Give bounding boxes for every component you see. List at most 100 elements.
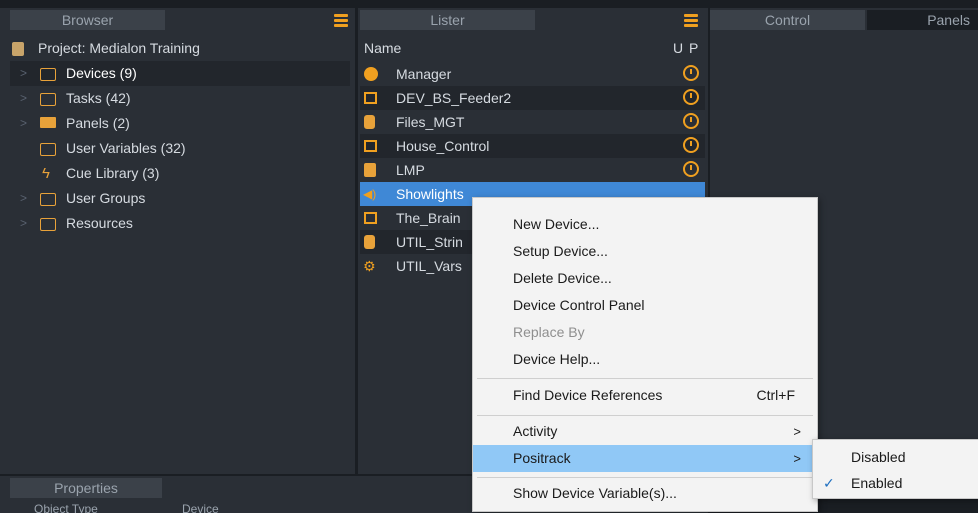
- device-icon: [364, 92, 377, 104]
- menu-item-show-device-variables[interactable]: Show Device Variable(s)...: [473, 480, 817, 507]
- tree-item-devices[interactable]: > Devices (9): [10, 61, 350, 86]
- control-title: Control: [764, 12, 811, 28]
- menu-item-label: Replace By: [513, 324, 585, 340]
- tree-item-resources[interactable]: > Resources: [10, 211, 350, 236]
- menu-item-setup-device[interactable]: Setup Device...: [473, 238, 817, 265]
- folder-icon: [40, 218, 56, 231]
- column-name[interactable]: Name: [364, 38, 401, 58]
- lmp-icon: [364, 163, 376, 177]
- shortcut-label: Ctrl+F: [756, 387, 796, 403]
- menu-item-delete-device[interactable]: Delete Device...: [473, 265, 817, 292]
- menu-item-label: Find Device References: [513, 387, 663, 403]
- menu-item-device-control-panel[interactable]: Device Control Panel: [473, 292, 817, 319]
- lister-row[interactable]: Files_MGT: [360, 110, 705, 134]
- tree-item-label: Panels (2): [66, 115, 130, 131]
- project-label: Project: Medialon Training: [38, 40, 200, 56]
- lister-column-header: Name U P: [362, 38, 702, 58]
- tree-item-tasks[interactable]: > Tasks (42): [10, 86, 350, 111]
- lister-row[interactable]: DEV_BS_Feeder2: [360, 86, 705, 110]
- browser-title: Browser: [61, 12, 114, 28]
- tree-item-label: Devices (9): [66, 65, 137, 81]
- history-icon[interactable]: [683, 113, 699, 129]
- checkmark-icon: ✓: [823, 475, 835, 491]
- properties-col-object-type: Object Type: [34, 502, 98, 513]
- menu-separator: [477, 477, 813, 478]
- submenu-item-enabled[interactable]: ✓ Enabled: [813, 470, 978, 497]
- lister-row-name: Manager: [396, 66, 452, 82]
- menu-item-label: Disabled: [851, 449, 906, 465]
- menu-item-device-help[interactable]: Device Help...: [473, 346, 817, 373]
- column-u[interactable]: U: [673, 38, 683, 58]
- lightning-icon: ϟ: [42, 165, 50, 182]
- tree-item-cue-library[interactable]: ϟ Cue Library (3): [10, 161, 350, 186]
- menu-separator: [477, 378, 813, 379]
- lister-header: Lister: [360, 10, 535, 30]
- menu-item-label: Positrack: [513, 450, 571, 466]
- tree-item-panels[interactable]: > Panels (2): [10, 111, 350, 136]
- menu-item-label: Device Help...: [513, 351, 601, 367]
- lister-row-name: UTIL_Vars: [396, 258, 462, 274]
- lister-row[interactable]: Manager: [360, 62, 705, 86]
- chevron-right-icon[interactable]: >: [20, 186, 30, 211]
- menu-item-new-device[interactable]: New Device...: [473, 211, 817, 238]
- menu-separator: [477, 415, 813, 416]
- context-menu: New Device... Setup Device... Delete Dev…: [472, 197, 818, 512]
- gear-icon: ⚙: [363, 258, 376, 274]
- monitor-icon: [40, 117, 56, 128]
- properties-header: Properties: [10, 478, 162, 498]
- menu-item-replace-by: Replace By: [473, 319, 817, 346]
- chevron-right-icon[interactable]: >: [20, 61, 30, 86]
- lister-row[interactable]: LMP: [360, 158, 705, 182]
- history-icon[interactable]: [683, 89, 699, 105]
- tree-item-user-groups[interactable]: > User Groups: [10, 186, 350, 211]
- tree-item-label: Tasks (42): [66, 90, 131, 106]
- chevron-right-icon: >: [793, 451, 801, 466]
- lister-row-name: UTIL_Strin: [396, 234, 463, 250]
- history-icon[interactable]: [683, 137, 699, 153]
- tree-item-label: Resources: [66, 215, 133, 231]
- lister-menu-icon[interactable]: [684, 14, 698, 28]
- lister-row-name: LMP: [396, 162, 425, 178]
- column-p[interactable]: P: [689, 38, 698, 58]
- browser-menu-icon[interactable]: [334, 14, 348, 28]
- chevron-right-icon[interactable]: >: [20, 211, 30, 236]
- tree-item-user-variables[interactable]: User Variables (32): [10, 136, 350, 161]
- project-icon: [12, 42, 24, 56]
- submenu-item-disabled[interactable]: Disabled: [813, 444, 978, 471]
- tree-item-label: Cue Library (3): [66, 165, 160, 181]
- device-icon: [364, 140, 377, 152]
- lister-row-name: Files_MGT: [396, 114, 465, 130]
- variables-icon: [40, 143, 56, 156]
- lister-row[interactable]: House_Control: [360, 134, 705, 158]
- menu-item-positrack[interactable]: Positrack >: [473, 445, 817, 472]
- menu-item-label: Delete Device...: [513, 270, 612, 286]
- menu-item-label: New Device...: [513, 216, 600, 232]
- folder-gear-icon: [40, 68, 56, 81]
- panels-tab[interactable]: Panels: [867, 10, 978, 30]
- menu-item-label: Show Device Variable(s)...: [513, 485, 677, 501]
- properties-title: Properties: [54, 480, 118, 496]
- lister-row-name: DEV_BS_Feeder2: [396, 90, 512, 106]
- control-tab[interactable]: Control: [710, 10, 865, 30]
- menu-item-label: Enabled: [851, 475, 903, 491]
- light-icon: ◀): [363, 187, 377, 201]
- lister-title: Lister: [430, 12, 465, 28]
- history-icon[interactable]: [683, 65, 699, 81]
- chevron-right-icon[interactable]: >: [20, 86, 30, 111]
- menu-item-label: Activity: [513, 423, 558, 439]
- panels-title: Panels: [927, 12, 970, 28]
- lister-row-name: The_Brain: [396, 210, 461, 226]
- chevron-right-icon: >: [793, 424, 801, 439]
- browser-header: Browser: [10, 10, 165, 30]
- lister-row-name: House_Control: [396, 138, 490, 154]
- chevron-right-icon[interactable]: >: [20, 111, 30, 136]
- menu-item-label: Setup Device...: [513, 243, 608, 259]
- folder-icon: [40, 193, 56, 206]
- history-icon[interactable]: [683, 161, 699, 177]
- tree-item-label: User Groups: [66, 190, 146, 206]
- properties-col-device: Device: [182, 502, 219, 513]
- menu-item-activity[interactable]: Activity >: [473, 418, 817, 445]
- menu-item-find-device-references[interactable]: Find Device References Ctrl+F: [473, 382, 817, 409]
- files-icon: [364, 115, 375, 129]
- project-root[interactable]: Project: Medialon Training: [10, 36, 350, 61]
